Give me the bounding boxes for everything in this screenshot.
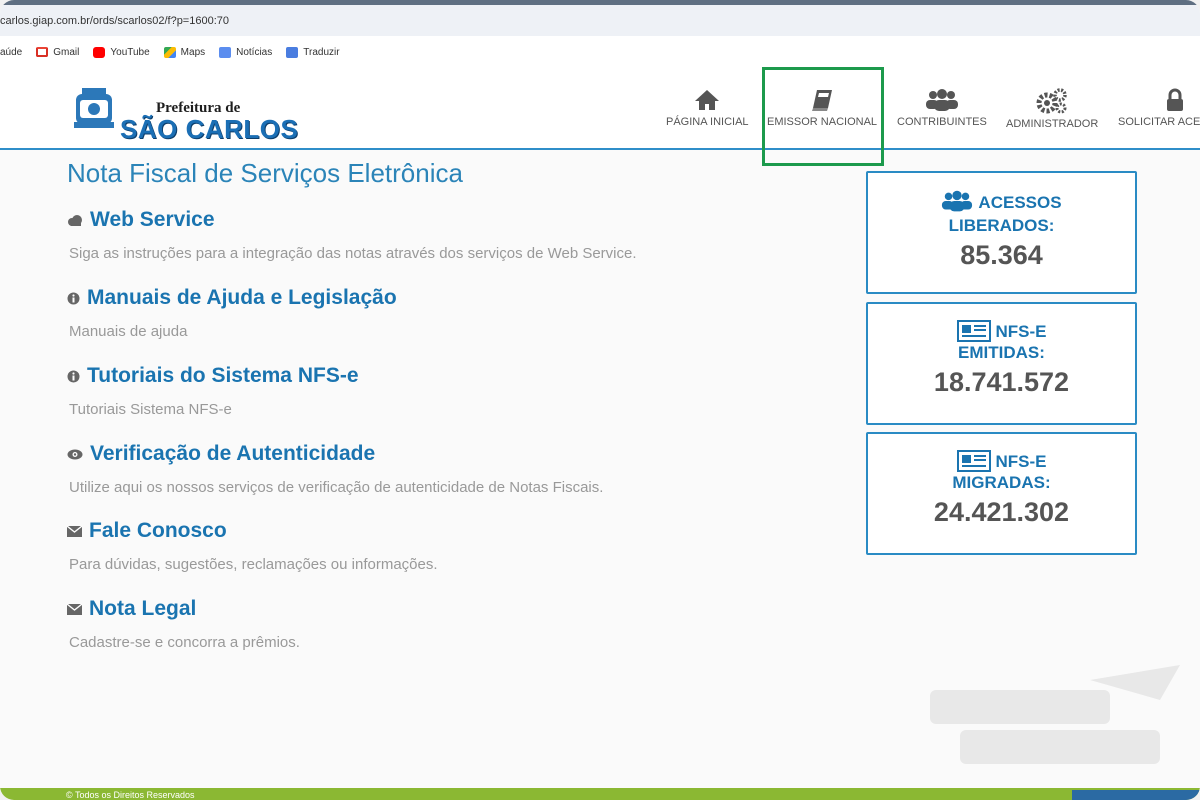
nav-administrador[interactable]: ADMINISTRADOR — [1006, 88, 1098, 130]
users-icon — [942, 190, 973, 212]
item-description: Siga as instruções para a integração das… — [69, 245, 637, 262]
site-header: Prefeitura de SÃO CARLOS PÁGINA INICIAL … — [0, 68, 1200, 150]
bookmark-youtube[interactable]: YouTube — [93, 46, 150, 58]
bookmark-gmail[interactable]: Gmail — [36, 47, 79, 58]
item-title-text: Nota Legal — [89, 597, 197, 620]
news-icon — [219, 46, 232, 58]
bookmark-label: YouTube — [110, 46, 150, 58]
item-description: Tutoriais Sistema NFS-e — [69, 401, 232, 418]
watermark-logo — [930, 665, 1180, 764]
stat-acessos-liberados: ACESSOS LIBERADOS: 85.364 — [866, 171, 1137, 294]
link-manuais[interactable]: Manuais de Ajuda e Legislação — [67, 286, 397, 310]
address-bar[interactable]: carlos.giap.com.br/ords/scarlos02/f?p=16… — [0, 5, 1200, 36]
nav-label: SOLICITAR ACESSO — [1118, 116, 1200, 128]
nav-pagina-inicial[interactable]: PÁGINA INICIAL — [666, 88, 749, 128]
maps-icon — [163, 46, 176, 58]
highlight-annotation — [762, 67, 884, 166]
newspaper-icon — [956, 320, 991, 342]
item-title-text: Verificação de Autenticidade — [90, 442, 376, 465]
users-icon — [925, 89, 958, 111]
bookmark-noticias[interactable]: Notícias — [219, 46, 273, 58]
browser-window: carlos.giap.com.br/ords/scarlos02/f?p=16… — [0, 0, 1200, 800]
envelope-icon — [67, 603, 82, 615]
eye-icon — [67, 449, 83, 459]
link-tutoriais[interactable]: Tutoriais do Sistema NFS-e — [67, 364, 359, 388]
envelope-icon — [67, 525, 82, 537]
lock-icon — [1167, 88, 1183, 111]
item-title-text: Manuais de Ajuda e Legislação — [87, 286, 397, 309]
nav-label: CONTRIBUINTES — [897, 116, 987, 128]
page-title: Nota Fiscal de Serviços Eletrônica — [67, 158, 463, 188]
gmail-icon — [36, 47, 49, 57]
footer-copyright: © Todos os Direitos Reservados — [66, 790, 195, 800]
link-verificacao[interactable]: Verificação de Autenticidade — [67, 442, 375, 466]
nav-label: PÁGINA INICIAL — [666, 116, 749, 128]
cloud-icon — [68, 215, 82, 226]
bookmark-label: aúde — [0, 46, 23, 58]
item-description: Utilize aqui os nossos serviços de verif… — [69, 479, 604, 496]
nav-solicitar-acesso[interactable]: SOLICITAR ACESSO — [1118, 88, 1200, 128]
item-title-text: Fale Conosco — [89, 519, 227, 542]
stat-label-line1: NFS-E — [995, 321, 1047, 341]
translate-icon — [286, 46, 299, 58]
stat-nfse-migradas: NFS-E MIGRADAS: 24.421.302 — [866, 432, 1137, 555]
footer-accent — [1072, 790, 1200, 800]
item-description: Cadastre-se e concorra a prêmios. — [69, 634, 300, 651]
stat-label-line2: EMITIDAS: — [958, 343, 1045, 362]
stat-label-line1: NFS-E — [995, 451, 1047, 471]
stat-label-line1: ACESSOS — [978, 192, 1062, 212]
bookmark-traduzir[interactable]: Traduzir — [286, 46, 340, 58]
bookmark-saude[interactable]: aúde — [0, 47, 22, 58]
youtube-icon — [93, 46, 106, 58]
nav-label: ADMINISTRADOR — [1006, 118, 1099, 130]
bookmark-maps[interactable]: Maps — [163, 46, 206, 58]
nav-contribuintes[interactable]: CONTRIBUINTES — [897, 88, 987, 128]
newspaper-icon — [956, 450, 991, 472]
link-web-service[interactable]: Web Service — [67, 208, 215, 232]
stat-label-line2: LIBERADOS: — [948, 216, 1055, 235]
link-fale-conosco[interactable]: Fale Conosco — [67, 519, 227, 543]
stat-value: 18.741.572 — [933, 367, 1070, 397]
bookmarks-bar: aúde Gmail YouTube Maps Notícias Traduzi… — [0, 36, 1200, 68]
bookmark-label: Maps — [180, 46, 206, 58]
main-nav: PÁGINA INICIAL EMISSOR NACIONAL CONTRIBU… — [0, 88, 1200, 148]
stat-label-line2: MIGRADAS: — [952, 473, 1051, 492]
bookmark-label: Traduzir — [303, 46, 340, 58]
bookmark-label: Gmail — [53, 46, 80, 58]
item-title-text: Tutoriais do Sistema NFS-e — [87, 364, 359, 387]
item-description: Manuais de ajuda — [69, 323, 188, 340]
home-icon — [695, 90, 720, 110]
info-icon — [67, 370, 80, 382]
item-title-text: Web Service — [90, 208, 215, 231]
stat-value: 24.421.302 — [933, 497, 1070, 527]
link-nota-legal[interactable]: Nota Legal — [67, 597, 196, 621]
stat-nfse-emitidas: NFS-E EMITIDAS: 18.741.572 — [866, 302, 1137, 425]
item-description: Para dúvidas, sugestões, reclamações ou … — [69, 556, 438, 573]
info-icon — [67, 292, 80, 304]
url-text: carlos.giap.com.br/ords/scarlos02/f?p=16… — [0, 15, 229, 27]
gears-icon — [1036, 88, 1067, 114]
stat-value: 85.364 — [960, 240, 1043, 270]
bookmark-label: Notícias — [236, 46, 273, 58]
